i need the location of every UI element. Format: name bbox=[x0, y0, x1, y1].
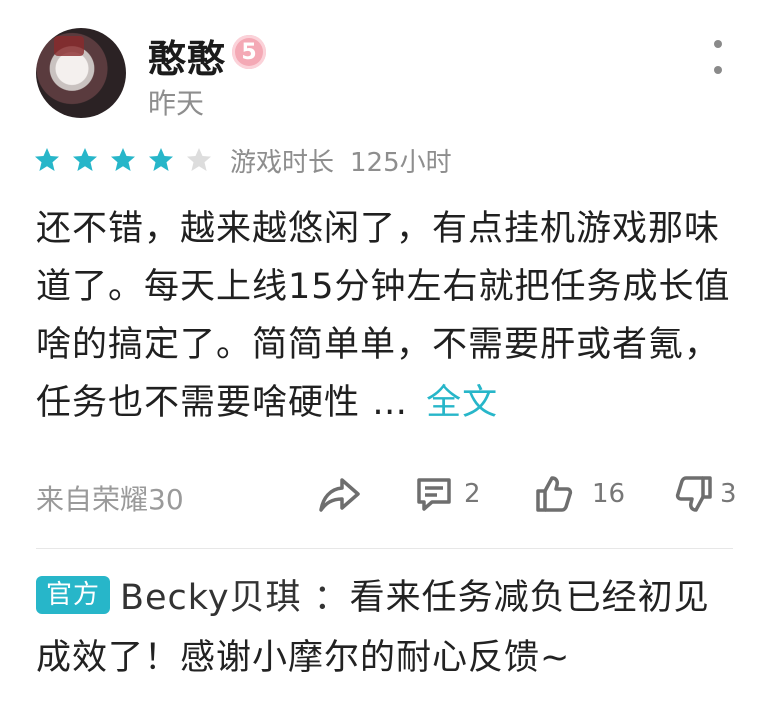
thumbs-down-icon bbox=[674, 474, 714, 514]
more-options-icon[interactable] bbox=[708, 40, 728, 74]
official-reply[interactable]: 官方 Becky贝琪 ：看来任务减负已经初见成效了！感谢小摩尔的耐心反馈~ bbox=[36, 568, 736, 688]
playtime-label: 游戏时长 bbox=[230, 147, 335, 178]
star-filled-icon bbox=[110, 147, 136, 173]
rating-row: 游戏时长 125小时 bbox=[34, 140, 452, 180]
author-name[interactable]: 憨憨 bbox=[148, 28, 226, 83]
dislike-button[interactable]: 3 bbox=[674, 474, 737, 514]
post-time: 昨天 bbox=[148, 87, 205, 120]
star-filled-icon bbox=[148, 147, 174, 173]
share-button[interactable] bbox=[318, 474, 362, 514]
more-dot bbox=[714, 40, 722, 48]
playtime-value: 125小时 bbox=[350, 147, 452, 178]
more-dot bbox=[714, 66, 722, 74]
review-text[interactable]: 还不错，越来越悠闲了，有点挂机游戏那味道了。每天上线15分钟左右就把任务成长值啥… bbox=[36, 200, 736, 432]
level-badge: 5 bbox=[232, 35, 266, 69]
avatar[interactable] bbox=[36, 28, 126, 118]
star-filled-icon bbox=[34, 147, 60, 173]
review-content: 还不错，越来越悠闲了，有点挂机游戏那味道了。每天上线15分钟左右就把任务成长值啥… bbox=[36, 209, 731, 423]
star-empty-icon bbox=[186, 147, 212, 173]
dislike-count: 3 bbox=[720, 479, 737, 509]
action-row: 来自荣耀30 2 16 3 bbox=[36, 470, 737, 520]
star-rating bbox=[34, 147, 224, 173]
like-count: 16 bbox=[592, 479, 626, 509]
share-icon bbox=[318, 474, 362, 514]
reply-author[interactable]: Becky贝琪 ： bbox=[120, 578, 350, 618]
full-text-link[interactable]: 全文 bbox=[426, 383, 498, 423]
comment-button[interactable]: 2 bbox=[414, 474, 481, 514]
thumbs-up-icon bbox=[534, 474, 574, 514]
official-tag: 官方 bbox=[36, 576, 111, 614]
device-source: 来自荣耀30 bbox=[36, 483, 184, 516]
star-filled-icon bbox=[72, 147, 98, 173]
comment-count: 2 bbox=[464, 479, 481, 509]
like-button[interactable]: 16 bbox=[534, 474, 625, 514]
comment-icon bbox=[414, 474, 454, 514]
divider bbox=[36, 548, 733, 549]
